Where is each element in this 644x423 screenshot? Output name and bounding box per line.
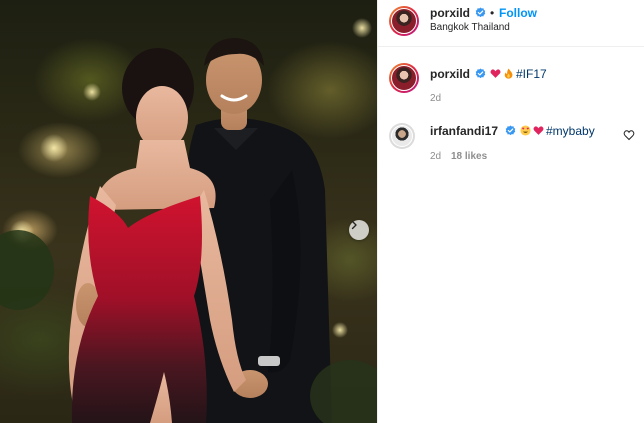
red-heart-icon (533, 126, 544, 135)
comment-username[interactable]: irfanfandi17 (430, 124, 498, 138)
author-avatar[interactable] (389, 6, 419, 36)
verified-badge-icon (475, 7, 486, 18)
comment-likes[interactable]: 18 likes (451, 151, 487, 162)
instagram-post: porxild • Follow Bangkok Thailand porxil… (0, 0, 644, 423)
comment-text: #mybaby (520, 124, 595, 138)
couple-photo-illustration (0, 18, 377, 423)
post-header: porxild • Follow Bangkok Thailand (378, 0, 644, 47)
caption-username[interactable]: porxild (430, 67, 470, 81)
bokeh-light (83, 83, 101, 101)
post-photo[interactable] (0, 0, 377, 423)
follow-button[interactable]: Follow (499, 6, 537, 20)
location-link[interactable]: Bangkok Thailand (430, 22, 510, 33)
bokeh-light (332, 322, 348, 338)
fire-icon (504, 68, 513, 79)
verified-badge-icon (475, 68, 486, 79)
comment-hashtag[interactable]: #mybaby (546, 124, 595, 138)
caption-time: 2d (430, 93, 442, 104)
comment-time: 2d (430, 151, 442, 162)
caption-author-avatar[interactable] (389, 63, 419, 93)
red-heart-icon (490, 69, 501, 78)
smiling-face-with-heart-eyes-icon (520, 125, 531, 136)
post-sidebar: porxild • Follow Bangkok Thailand porxil… (377, 0, 644, 423)
heart-outline-icon[interactable] (623, 129, 635, 141)
bokeh-light (40, 134, 68, 162)
caption-hashtag[interactable]: #IF17 (516, 67, 547, 81)
author-username[interactable]: porxild (430, 6, 470, 20)
carousel-next-button[interactable] (349, 220, 369, 240)
bokeh-light (352, 18, 372, 38)
separator-dot: • (490, 6, 495, 20)
verified-badge-icon (505, 125, 516, 136)
caption-text: #IF17 (490, 67, 547, 81)
commenter-avatar[interactable] (389, 123, 415, 149)
chevron-right-icon (351, 220, 357, 230)
